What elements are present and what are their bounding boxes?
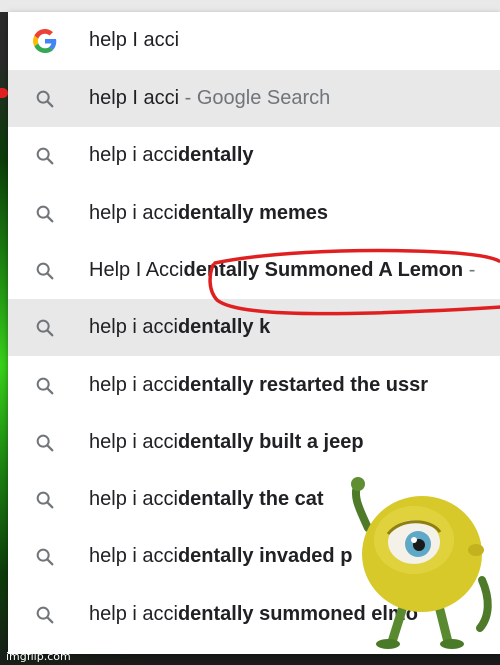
suggestion-completion-part: dentally — [177, 144, 254, 167]
suggestion-typed-part: help i acci — [89, 545, 178, 568]
suggestion-typed-part: help i acci — [89, 201, 178, 224]
google-g-icon — [33, 29, 57, 53]
suggestion-item[interactable]: help i accidentally restarted the ussr — [8, 357, 500, 414]
suggestion-completion-part: dentally memes — [177, 201, 329, 224]
suggestion-typed-part: help i acci — [89, 373, 178, 396]
suggestion-text: help i accidentally the cat — [89, 471, 324, 528]
suggestion-typed-part: help I acci — [89, 87, 180, 109]
search-icon — [34, 260, 56, 282]
suggestion-typed-part: help i acci — [89, 144, 178, 167]
suggestion-text: help i accidentally memes — [89, 185, 328, 242]
search-input-row[interactable]: help I acci — [8, 12, 500, 69]
suggestion-text: help I acci - Google Search — [89, 70, 330, 127]
suggestion-item[interactable]: help i accidentally built a jeep — [8, 414, 500, 471]
suggestion-item[interactable]: help i accidentally — [8, 127, 500, 184]
search-input[interactable]: help I acci — [89, 12, 179, 69]
suggestion-completion-part: dentally restarted the ussr — [177, 373, 429, 396]
suggestion-item[interactable]: Help I Accidentally Summoned A Lemon - — [8, 242, 500, 299]
search-icon — [34, 317, 56, 339]
search-icon — [34, 546, 56, 568]
search-icon — [34, 88, 56, 110]
suggestion-completion-part: dentally Summoned A Lemon — [183, 258, 464, 281]
suggestion-text: help i accidentally restarted the ussr — [89, 357, 428, 414]
search-icon — [34, 375, 56, 397]
search-icon — [34, 604, 56, 626]
search-icon — [34, 489, 56, 511]
suggestion-text: help i accidentally — [89, 127, 254, 184]
suggestion-item[interactable]: help i accidentally k — [8, 299, 500, 357]
suggestion-suffix: - — [463, 258, 476, 281]
suggestion-completion-part: dentally the cat — [177, 488, 324, 511]
suggestion-typed-part: help i acci — [89, 602, 178, 625]
suggestion-typed-part: help i acci — [89, 488, 178, 511]
suggestion-item[interactable]: help i accidentally memes — [8, 185, 500, 242]
suggestion-completion-part: dentally built a jeep — [177, 430, 364, 453]
suggestion-suffix: - Google Search — [179, 87, 331, 109]
suggestion-text: help i accidentally invaded p — [89, 528, 352, 585]
suggestion-item[interactable]: help I acci - Google Search — [8, 70, 500, 127]
suggestion-typed-part: help i acci — [89, 316, 178, 339]
search-icon — [34, 145, 56, 167]
browser-top-strip — [0, 0, 500, 12]
suggestion-text: help i accidentally built a jeep — [89, 414, 364, 471]
suggestion-typed-part: Help I Acci — [89, 258, 184, 281]
suggestion-completion-part: dentally invaded p — [177, 545, 353, 568]
suggestion-typed-part: help i acci — [89, 430, 178, 453]
suggestion-text: Help I Accidentally Summoned A Lemon - — [89, 242, 475, 299]
suggestion-completion-part: dentally k — [177, 316, 271, 339]
suggestion-text: help i accidentally k — [89, 299, 270, 356]
watermark: imgflip.com — [6, 650, 71, 663]
search-icon — [34, 203, 56, 225]
search-icon — [34, 432, 56, 454]
lemon-mascot-image — [351, 477, 492, 649]
